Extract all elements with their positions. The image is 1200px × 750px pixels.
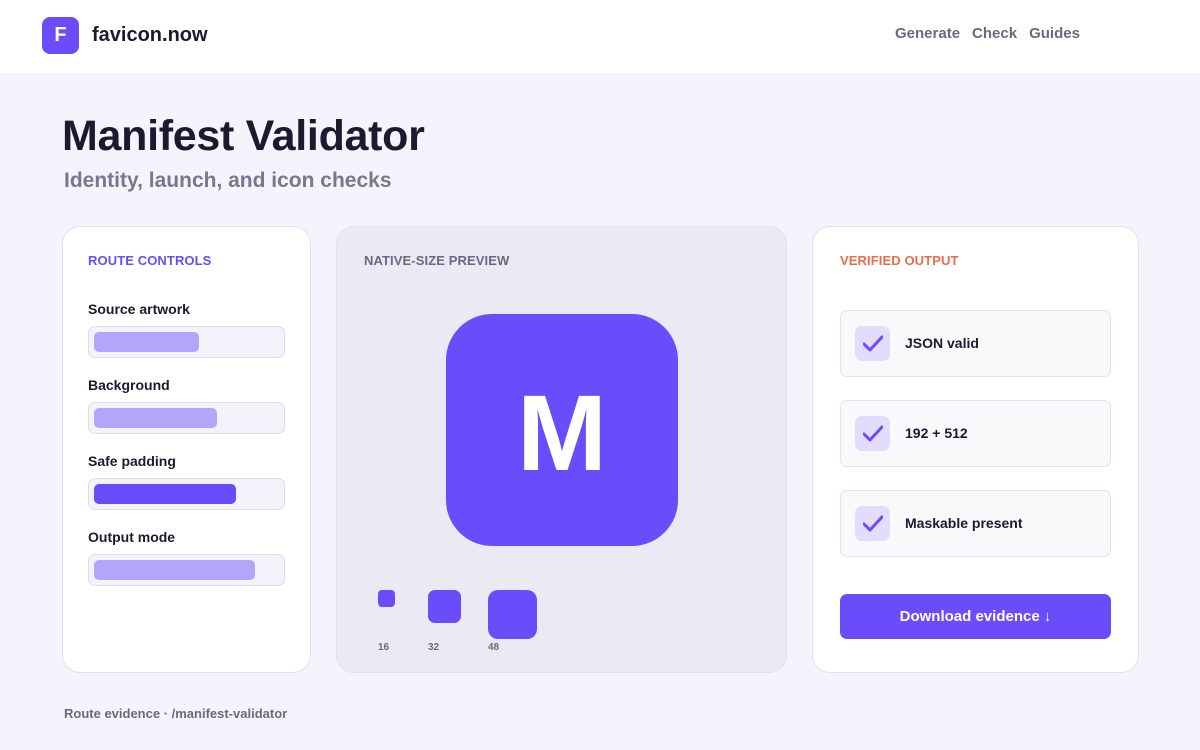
nav-link-generate[interactable]: Generate bbox=[895, 25, 960, 42]
main-nav: Generate Check Guides bbox=[895, 25, 1080, 42]
slider-fill bbox=[94, 408, 217, 428]
control-label: Output mode bbox=[88, 529, 176, 545]
safe-padding-slider[interactable] bbox=[88, 478, 285, 510]
check-item-json-valid: JSON valid bbox=[840, 310, 1111, 377]
logo-icon[interactable]: F bbox=[42, 17, 79, 54]
control-source-artwork: Source artwork bbox=[88, 301, 285, 358]
icon-preview-16 bbox=[378, 590, 395, 607]
control-label: Safe padding bbox=[88, 453, 176, 469]
page-subtitle: Identity, launch, and icon checks bbox=[64, 169, 392, 192]
slider-fill bbox=[94, 332, 199, 352]
check-label: Maskable present bbox=[905, 515, 1023, 531]
check-icon bbox=[855, 506, 890, 541]
preview-heading: NATIVE-SIZE PREVIEW bbox=[364, 253, 510, 268]
verified-output-card: VERIFIED OUTPUT JSON valid 192 + 512 Mas… bbox=[812, 226, 1139, 673]
check-item-maskable: Maskable present bbox=[840, 490, 1111, 557]
route-footer: Route evidence · /manifest-validator bbox=[64, 706, 288, 721]
brand-name[interactable]: favicon.now bbox=[92, 24, 208, 47]
icon-preview-32 bbox=[428, 590, 461, 623]
icon-preview-48 bbox=[488, 590, 537, 639]
route-controls-heading: ROUTE CONTROLS bbox=[88, 253, 212, 268]
size-label-32: 32 bbox=[428, 642, 440, 653]
check-label: 192 + 512 bbox=[905, 425, 968, 441]
control-background: Background bbox=[88, 377, 285, 434]
background-slider[interactable] bbox=[88, 402, 285, 434]
control-label: Source artwork bbox=[88, 301, 190, 317]
output-heading: VERIFIED OUTPUT bbox=[840, 253, 959, 268]
nav-link-guides[interactable]: Guides bbox=[1029, 25, 1080, 42]
app-icon-preview: M bbox=[446, 314, 678, 546]
slider-fill bbox=[94, 560, 255, 580]
route-controls-card: ROUTE CONTROLS Source artwork Background… bbox=[62, 226, 311, 673]
control-safe-padding: Safe padding bbox=[88, 453, 285, 510]
control-label: Background bbox=[88, 377, 170, 393]
control-output-mode: Output mode bbox=[88, 529, 285, 586]
check-icon bbox=[855, 416, 890, 451]
source-artwork-slider[interactable] bbox=[88, 326, 285, 358]
page-title: Manifest Validator bbox=[62, 112, 425, 160]
check-item-sizes: 192 + 512 bbox=[840, 400, 1111, 467]
top-bar: F favicon.now Generate Check Guides bbox=[0, 0, 1200, 73]
slider-fill bbox=[94, 484, 236, 504]
check-icon bbox=[855, 326, 890, 361]
native-size-preview-card: NATIVE-SIZE PREVIEW M 16 32 48 bbox=[336, 226, 787, 673]
output-mode-slider[interactable] bbox=[88, 554, 285, 586]
download-evidence-button[interactable]: Download evidence ↓ bbox=[840, 594, 1111, 639]
nav-link-check[interactable]: Check bbox=[972, 25, 1017, 42]
check-label: JSON valid bbox=[905, 335, 979, 351]
size-label-48: 48 bbox=[488, 642, 500, 653]
size-label-16: 16 bbox=[378, 642, 390, 653]
